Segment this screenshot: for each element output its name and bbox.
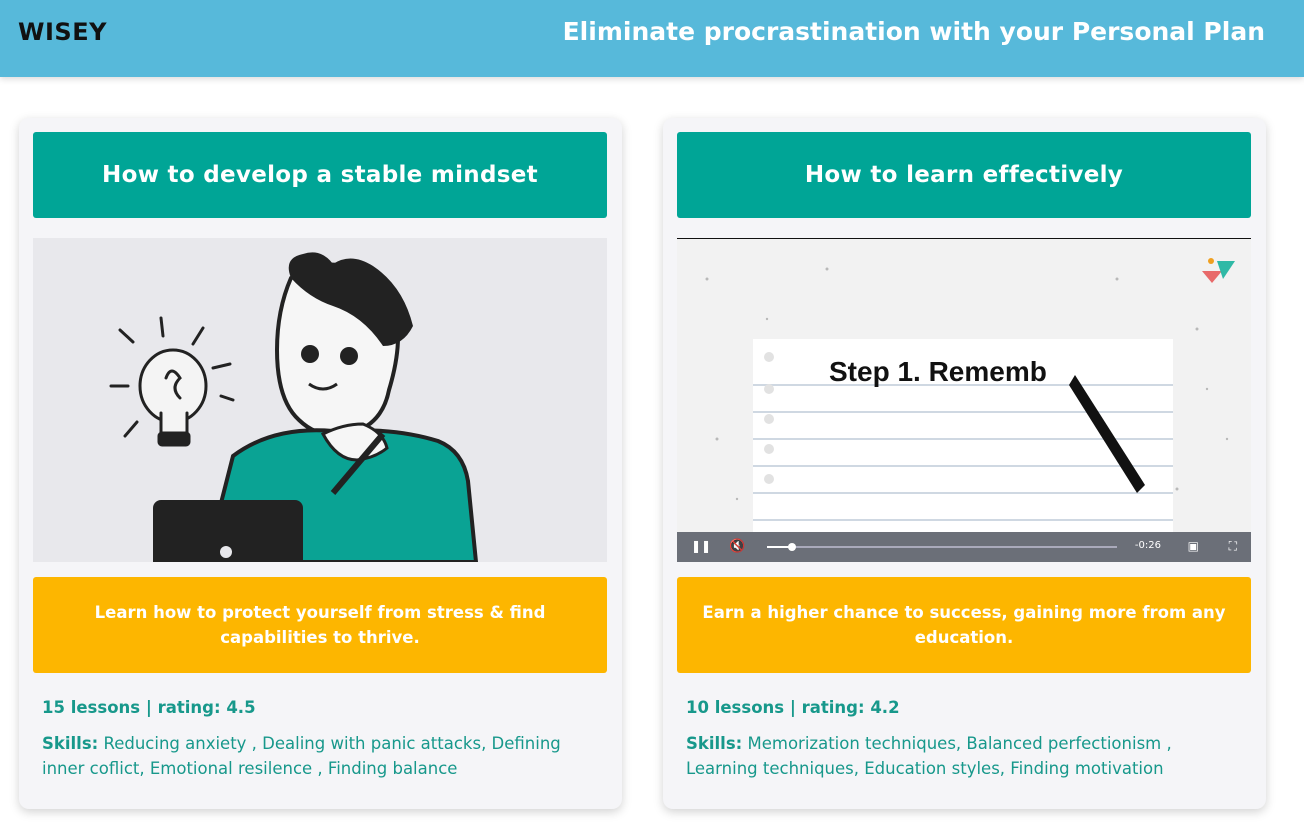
- course-illustration: [33, 238, 607, 562]
- headline: Eliminate procrastination with your Pers…: [562, 17, 1265, 46]
- logo[interactable]: WISEY: [18, 18, 107, 46]
- lessons-rating: 10 lessons | rating: 4.2: [686, 698, 900, 717]
- course-title[interactable]: How to learn effectively: [677, 132, 1251, 218]
- course-title[interactable]: How to develop a stable mindset: [33, 132, 607, 218]
- skills-label: Skills:: [42, 734, 99, 753]
- video-caption: Step 1. Rememb: [829, 356, 1047, 387]
- skills-text: Reducing anxiety , Dealing with panic at…: [42, 734, 561, 778]
- picture-in-picture-icon[interactable]: ▣: [1188, 539, 1199, 553]
- top-bar: WISEY Eliminate procrastination with you…: [0, 0, 1304, 77]
- course-video[interactable]: Step 1. Rememb ❚❚ 🔇 -0:26 ▣ ⛶: [677, 238, 1251, 562]
- course-card[interactable]: How to develop a stable mindset Learn ho…: [19, 118, 622, 809]
- skills-list: Skills: Reducing anxiety , Dealing with …: [42, 731, 602, 781]
- video-controls: ❚❚ 🔇 -0:26 ▣ ⛶: [677, 532, 1251, 562]
- fullscreen-icon[interactable]: ⛶: [1229, 539, 1237, 554]
- progress-track[interactable]: [767, 543, 1117, 551]
- course-description: Earn a higher chance to success, gaining…: [677, 577, 1251, 673]
- progress-knob[interactable]: [787, 543, 796, 551]
- skills-text: Memorization techniques, Balanced perfec…: [686, 734, 1172, 778]
- pause-icon[interactable]: ❚❚: [691, 539, 711, 553]
- mute-icon[interactable]: 🔇: [729, 539, 745, 554]
- skills-label: Skills:: [686, 734, 743, 753]
- course-card[interactable]: How to learn effectively Step 1. Rememb …: [663, 118, 1266, 809]
- time-remaining: -0:26: [1134, 540, 1161, 551]
- skills-list: Skills: Memorization techniques, Balance…: [686, 731, 1246, 781]
- course-description: Learn how to protect yourself from stres…: [33, 577, 607, 673]
- lessons-rating: 15 lessons | rating: 4.5: [42, 698, 256, 717]
- video-frame[interactable]: Step 1. Rememb ❚❚ 🔇 -0:26 ▣ ⛶: [677, 238, 1251, 562]
